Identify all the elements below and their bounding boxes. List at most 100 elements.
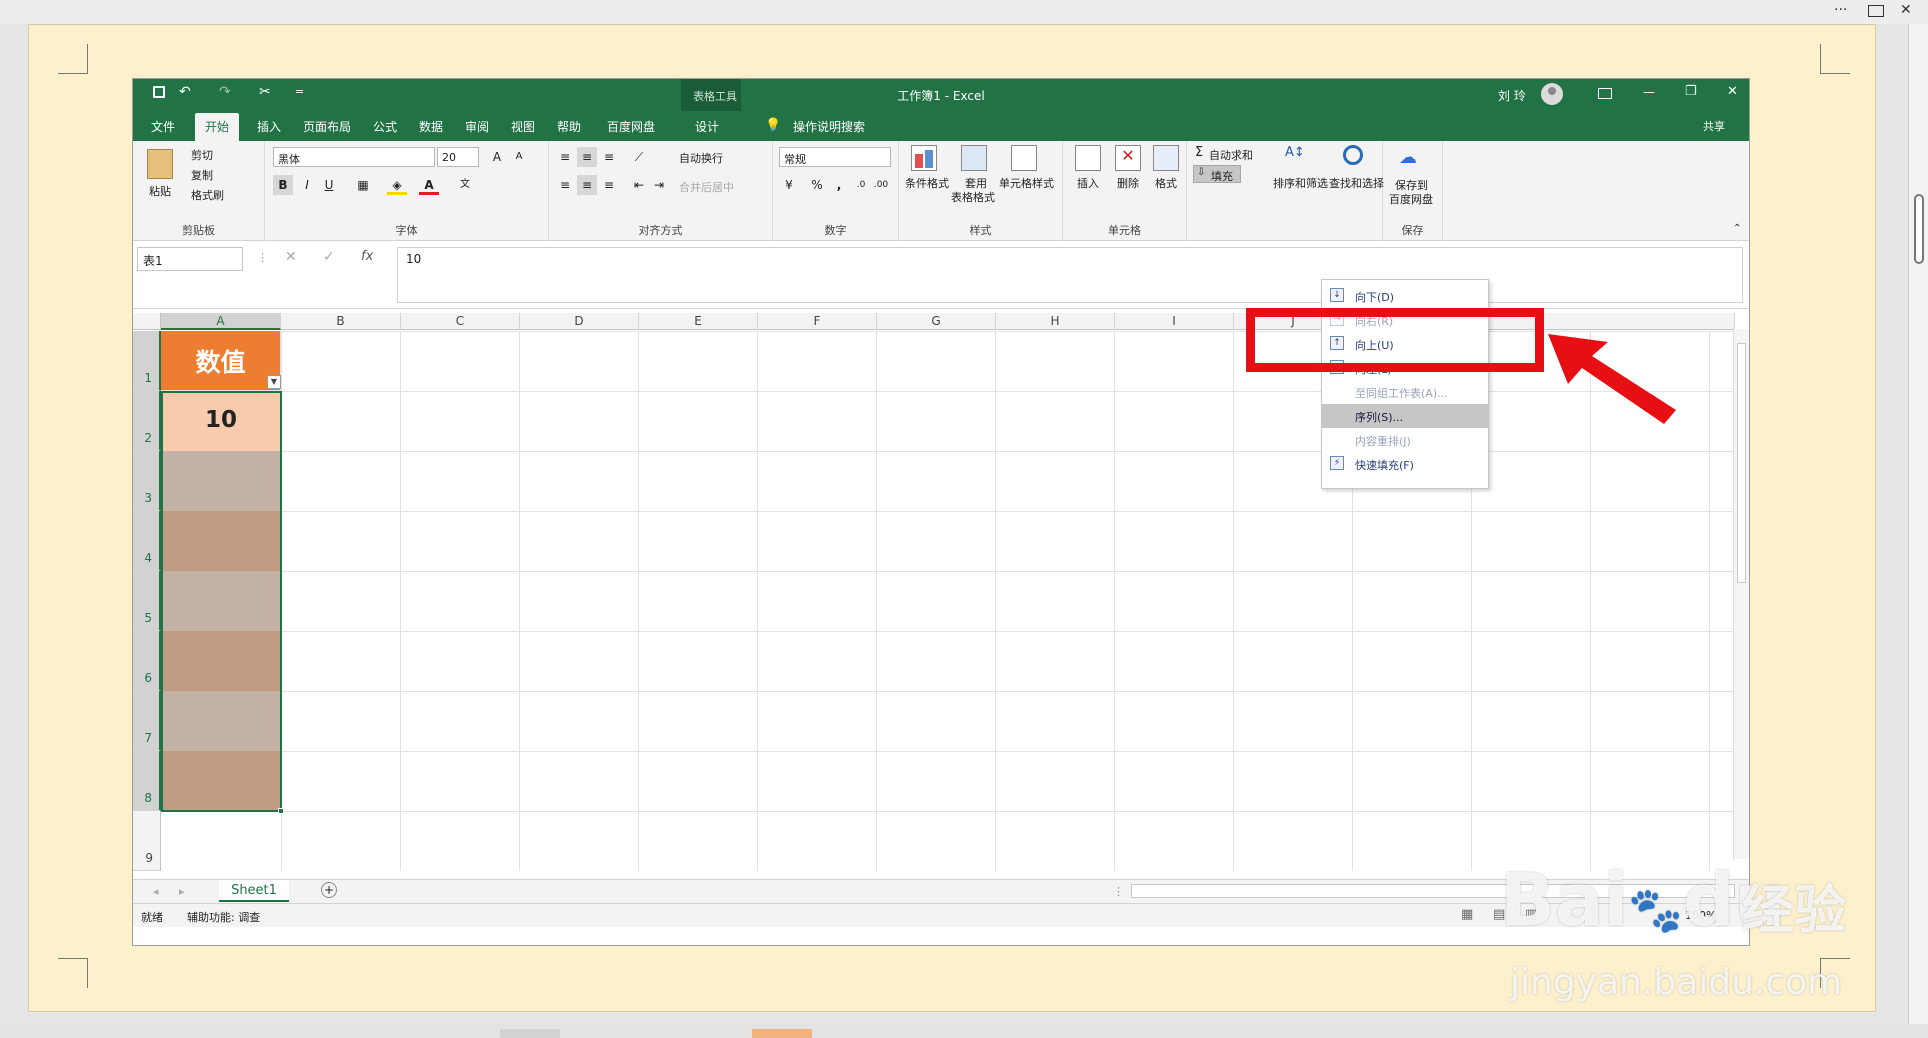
sheet-vertical-scrollbar[interactable] bbox=[1733, 329, 1749, 859]
conditional-format-button[interactable]: 条件格式 bbox=[905, 175, 949, 191]
fill-button[interactable]: ⇩ 填充 bbox=[1193, 165, 1241, 183]
borders-icon[interactable]: ▦ bbox=[353, 175, 373, 195]
minimize-button[interactable]: — bbox=[1643, 85, 1655, 99]
formula-input[interactable]: 10 bbox=[397, 247, 1743, 303]
increase-decimal-icon[interactable]: .0 bbox=[851, 175, 871, 195]
sort-filter-icon[interactable]: A↕ bbox=[1285, 145, 1305, 160]
column-header[interactable]: B bbox=[281, 313, 401, 330]
add-sheet-icon[interactable]: + bbox=[321, 882, 337, 898]
font-size-select[interactable]: 20 bbox=[437, 147, 479, 167]
paste-icon[interactable] bbox=[147, 149, 173, 179]
sheet-scroll-thumb[interactable] bbox=[1737, 343, 1746, 583]
more-options-button[interactable]: ··· bbox=[1834, 2, 1847, 18]
filter-dropdown-icon[interactable]: ▼ bbox=[267, 375, 281, 389]
format-as-table-label-2[interactable]: 表格格式 bbox=[951, 189, 995, 205]
save-to-label-2[interactable]: 百度网盘 bbox=[1389, 191, 1433, 207]
tab-design[interactable]: 设计 bbox=[695, 118, 719, 135]
tab-insert[interactable]: 插入 bbox=[257, 118, 281, 135]
decrease-decimal-icon[interactable]: .00 bbox=[871, 175, 891, 195]
paste-button[interactable]: 粘贴 bbox=[149, 183, 171, 199]
column-header[interactable]: H bbox=[996, 313, 1115, 330]
phonetic-icon[interactable]: 文 bbox=[455, 175, 475, 195]
tab-formulas[interactable]: 公式 bbox=[373, 118, 397, 135]
insert-cells-button[interactable]: 插入 bbox=[1077, 175, 1099, 191]
format-painter-button[interactable]: 格式刷 bbox=[191, 187, 224, 203]
column-header[interactable]: C bbox=[401, 313, 520, 330]
restore-icon[interactable] bbox=[1868, 5, 1884, 17]
worksheet-grid[interactable]: A B C D E F G H I J K 1 2 3 4 5 6 7 8 9 … bbox=[133, 309, 1749, 877]
grow-font-button[interactable]: A bbox=[487, 147, 507, 167]
align-left-icon[interactable]: ≡ bbox=[555, 175, 575, 195]
column-header[interactable]: A bbox=[161, 313, 281, 330]
name-box[interactable]: 表1 bbox=[137, 247, 243, 271]
align-right-icon[interactable]: ≡ bbox=[599, 175, 619, 195]
decrease-indent-icon[interactable]: ⇤ bbox=[629, 175, 649, 195]
insert-cells-icon[interactable] bbox=[1075, 145, 1101, 171]
currency-icon[interactable]: ¥ bbox=[779, 175, 799, 195]
delete-cells-icon[interactable]: ✕ bbox=[1115, 145, 1141, 171]
menu-item-across-worksheets[interactable]: 至同组工作表(A)... bbox=[1322, 380, 1488, 404]
viewer-scrollbar[interactable] bbox=[1908, 24, 1928, 1024]
autosum-button[interactable]: 自动求和 bbox=[1209, 147, 1253, 163]
number-format-select[interactable]: 常规 bbox=[779, 147, 891, 167]
tab-file[interactable]: 文件 bbox=[151, 118, 175, 135]
splitter-icon[interactable]: ⋮ bbox=[1113, 885, 1124, 898]
close-viewer-button[interactable]: ✕ bbox=[1900, 2, 1912, 18]
column-header[interactable]: F bbox=[758, 313, 877, 330]
tab-home[interactable]: 开始 bbox=[195, 113, 240, 141]
cut-button[interactable]: 剪切 bbox=[191, 147, 213, 163]
row-header[interactable]: 6 bbox=[133, 631, 161, 691]
cell-styles-icon[interactable] bbox=[1011, 145, 1037, 171]
cell-styles-button[interactable]: 单元格样式 bbox=[999, 175, 1054, 191]
column-header[interactable]: E bbox=[639, 313, 758, 330]
underline-button[interactable]: U bbox=[319, 175, 339, 195]
column-header[interactable]: I bbox=[1115, 313, 1234, 330]
user-name[interactable]: 刘 玲 bbox=[1498, 87, 1526, 104]
viewer-scrollbar-thumb[interactable] bbox=[1914, 194, 1924, 264]
ribbon-display-icon[interactable] bbox=[1598, 88, 1612, 99]
align-middle-icon[interactable]: ≡ bbox=[577, 147, 597, 167]
menu-item-justify[interactable]: 内容重排(J) bbox=[1322, 428, 1488, 452]
accessibility-status[interactable]: 辅助功能: 调查 bbox=[187, 909, 260, 925]
tab-view[interactable]: 视图 bbox=[511, 118, 535, 135]
format-as-table-icon[interactable] bbox=[961, 145, 987, 171]
tab-baidu-netdisk[interactable]: 百度网盘 bbox=[607, 118, 655, 135]
row-header[interactable]: 1 bbox=[133, 331, 161, 391]
percent-button[interactable]: % bbox=[807, 175, 827, 195]
close-button[interactable]: ✕ bbox=[1727, 84, 1738, 99]
italic-button[interactable]: I bbox=[297, 175, 317, 195]
orientation-icon[interactable]: ⟋ bbox=[629, 147, 649, 167]
format-cells-button[interactable]: 格式 bbox=[1155, 175, 1177, 191]
bold-button[interactable]: B bbox=[273, 175, 293, 195]
column-header[interactable]: G bbox=[877, 313, 996, 330]
prev-sheet-icon[interactable]: ◂ bbox=[153, 885, 159, 898]
row-header[interactable]: 9 bbox=[133, 811, 161, 871]
select-all-corner[interactable] bbox=[133, 313, 161, 330]
normal-view-icon[interactable]: ▦ bbox=[1461, 907, 1473, 922]
tell-me-search[interactable]: 操作说明搜索 bbox=[793, 118, 865, 135]
row-header[interactable]: 5 bbox=[133, 571, 161, 631]
column-header[interactable]: D bbox=[520, 313, 639, 330]
merge-center-button[interactable]: 合并后居中 bbox=[679, 179, 734, 195]
increase-indent-icon[interactable]: ⇥ bbox=[649, 175, 669, 195]
table-header-cell[interactable]: 数值 bbox=[161, 331, 281, 391]
menu-item-fill-down[interactable]: ↓ 向下(D) bbox=[1322, 284, 1488, 308]
tab-review[interactable]: 审阅 bbox=[465, 118, 489, 135]
find-select-button[interactable]: 查找和选择 bbox=[1329, 175, 1384, 191]
sheet-tab[interactable]: Sheet1 bbox=[219, 880, 289, 902]
maximize-button[interactable]: ❐ bbox=[1685, 84, 1697, 99]
shrink-font-button[interactable]: A bbox=[509, 147, 529, 167]
fill-color-icon[interactable]: ◈ bbox=[387, 175, 407, 195]
row-header[interactable]: 4 bbox=[133, 511, 161, 571]
cancel-icon[interactable]: ✕ bbox=[285, 249, 297, 265]
enter-icon[interactable]: ✓ bbox=[323, 249, 335, 265]
align-center-icon[interactable]: ≡ bbox=[577, 175, 597, 195]
delete-cells-button[interactable]: 删除 bbox=[1117, 175, 1139, 191]
comma-button[interactable]: , bbox=[829, 175, 849, 195]
sort-filter-button[interactable]: 排序和筛选 bbox=[1273, 175, 1328, 191]
baidu-netdisk-icon[interactable]: ☁ bbox=[1399, 147, 1417, 168]
align-top-icon[interactable]: ≡ bbox=[555, 147, 575, 167]
share-button[interactable]: 共享 bbox=[1703, 118, 1725, 134]
tab-help[interactable]: 帮助 bbox=[557, 118, 581, 135]
font-name-select[interactable]: 黑体 bbox=[273, 147, 435, 167]
